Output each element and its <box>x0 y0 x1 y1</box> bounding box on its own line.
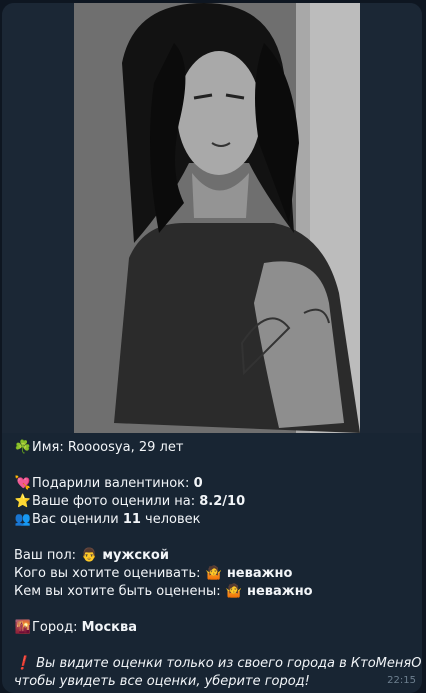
rated-by-value: неважно <box>246 584 313 599</box>
rate-whom-label: Кого вы хотите оценивать: <box>14 566 201 581</box>
star-icon: ⭐ <box>14 494 32 509</box>
name-line: ☘️Имя: Roooosya, 29 лет <box>14 439 414 457</box>
city-icon: 🌇 <box>14 620 32 635</box>
rating-value: 8.2/10 <box>199 494 246 509</box>
man-icon: 👨 <box>81 548 98 563</box>
clover-icon: ☘️ <box>14 440 32 455</box>
message-bubble[interactable]: ☘️Имя: Roooosya, 29 лет 💘Подарили валент… <box>2 3 422 693</box>
notice-line-2: чтобы увидеть все оценки, уберите город! <box>14 673 414 691</box>
raters-line: 👥Вас оценили 11 человек <box>14 511 414 529</box>
name-label: Имя: <box>32 440 64 455</box>
gender-value: мужской <box>102 548 169 563</box>
shrug-icon: 🤷 <box>205 566 222 581</box>
gender-label: Ваш пол: <box>14 548 77 563</box>
notice-text-2: чтобы увидеть все оценки, уберите город! <box>14 674 310 689</box>
valentines-line: 💘Подарили валентинок: 0 <box>14 475 414 493</box>
notice-line-1: ❗ Вы видите оценки только из своего горо… <box>14 655 422 673</box>
photo-container[interactable] <box>2 3 422 433</box>
rating-line: ⭐Ваше фото оценили на: 8.2/10 <box>14 493 414 511</box>
gender-line: Ваш пол: 👨 мужской <box>14 547 414 565</box>
city-value: Москва <box>81 620 138 635</box>
profile-photo-illustration <box>74 3 360 433</box>
rated-by-line: Кем вы хотите быть оценены: 🤷 неважно <box>14 583 414 601</box>
profile-photo[interactable] <box>74 3 360 433</box>
exclamation-icon: ❗ <box>14 656 32 671</box>
valentines-value: 0 <box>193 476 203 491</box>
rated-by-label: Кем вы хотите быть оценены: <box>14 584 221 599</box>
raters-suffix: человек <box>145 512 201 527</box>
message-text: ☘️Имя: Roooosya, 29 лет 💘Подарили валент… <box>14 439 422 691</box>
rate-whom-line: Кого вы хотите оценивать: 🤷 неважно <box>14 565 414 583</box>
people-icon: 👥 <box>14 512 32 527</box>
city-line: 🌇Город: Москва <box>14 619 414 637</box>
city-label: Город: <box>32 620 78 635</box>
message-time: 22:15 <box>387 675 416 686</box>
rate-whom-value: неважно <box>226 566 293 581</box>
notice-text-1: Вы видите оценки только из своего города… <box>36 656 422 671</box>
rating-label: Ваше фото оценили на: <box>32 494 196 509</box>
heart-icon: 💘 <box>14 476 32 491</box>
raters-count: 11 <box>122 512 141 527</box>
name-value: Roooosya, 29 лет <box>67 440 184 455</box>
shrug-icon: 🤷 <box>225 584 242 599</box>
raters-prefix: Вас оценили <box>32 512 119 527</box>
valentines-label: Подарили валентинок: <box>32 476 190 491</box>
